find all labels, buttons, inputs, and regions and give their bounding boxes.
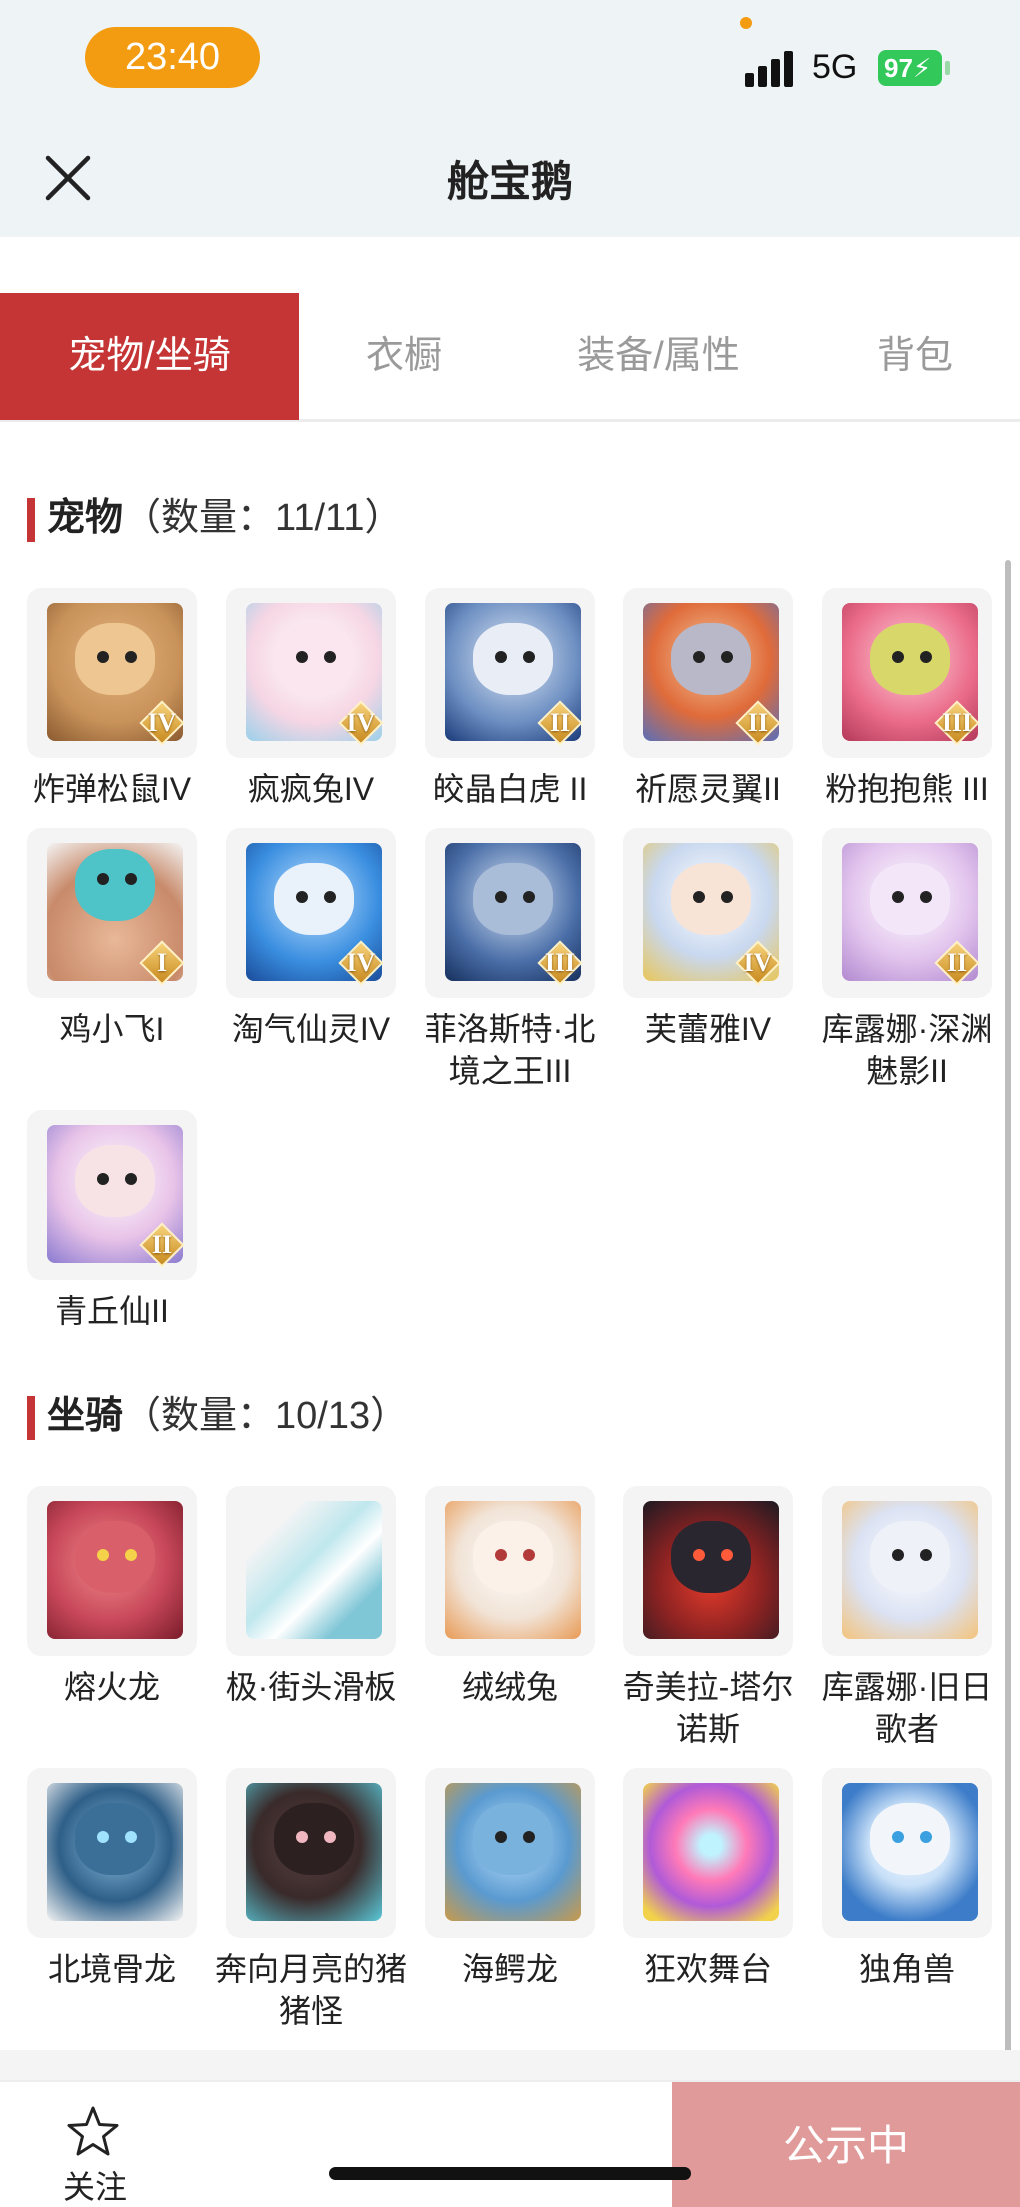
battery-level: 97 bbox=[884, 53, 913, 83]
mount-image bbox=[643, 1501, 779, 1639]
charging-icon: ⚡ bbox=[912, 53, 932, 83]
section-heading: 宠物（数量：11/11） bbox=[47, 494, 402, 542]
activity-dot bbox=[740, 17, 752, 29]
star-icon bbox=[67, 2106, 119, 2156]
mount-image bbox=[842, 1501, 978, 1639]
mount-name: 库露娜·旧日歌者 bbox=[821, 1669, 993, 1747]
mount-thumbnail bbox=[226, 1768, 396, 1938]
tier-badge: III bbox=[934, 700, 980, 746]
mount-thumbnail bbox=[425, 1768, 595, 1938]
section-divider bbox=[0, 2050, 1020, 2080]
pet-thumbnail: III bbox=[822, 588, 992, 758]
tier-badge: IV bbox=[338, 700, 384, 746]
pets-heading: 宠物 bbox=[47, 497, 124, 539]
mount-thumbnail bbox=[27, 1486, 197, 1656]
page-title: 舱宝鹅 bbox=[446, 158, 573, 205]
pet-thumbnail: II bbox=[822, 828, 992, 998]
tier-badge: II bbox=[934, 940, 980, 986]
home-indicator[interactable] bbox=[329, 2167, 691, 2180]
mount-image bbox=[643, 1783, 779, 1921]
pet-thumbnail: IV bbox=[623, 828, 793, 998]
mount-image bbox=[246, 1783, 382, 1921]
time-indicator: 23:40 bbox=[85, 27, 260, 88]
mount-image bbox=[47, 1501, 183, 1639]
mount-thumbnail bbox=[822, 1768, 992, 1938]
pet-name: 祈愿灵翼II bbox=[635, 771, 781, 807]
section-marker bbox=[27, 1396, 35, 1440]
mount-name: 奇美拉-塔尔诺斯 bbox=[622, 1669, 794, 1747]
mount-image bbox=[445, 1783, 581, 1921]
pet-name: 粉抱抱熊 III bbox=[825, 771, 989, 807]
pet-thumbnail: I bbox=[27, 828, 197, 998]
section-marker bbox=[27, 498, 35, 542]
scrollbar[interactable] bbox=[1005, 560, 1011, 2090]
mounts-count: （数量：10/13） bbox=[123, 1395, 409, 1437]
mount-thumbnail bbox=[226, 1486, 396, 1656]
pet-thumbnail: II bbox=[623, 588, 793, 758]
public-notice-button[interactable]: 公示中 bbox=[672, 2082, 1020, 2207]
mount-name: 海鳄龙 bbox=[461, 1951, 558, 1987]
mount-name: 狂欢舞台 bbox=[643, 1951, 772, 1987]
mount-name: 绒绒兔 bbox=[461, 1669, 558, 1705]
mounts-heading: 坐骑 bbox=[47, 1395, 124, 1437]
tier-badge: II bbox=[139, 1222, 185, 1268]
pet-name: 芙蕾雅IV bbox=[644, 1011, 772, 1047]
mount-name: 熔火龙 bbox=[63, 1669, 160, 1705]
battery-cap bbox=[945, 61, 950, 75]
tab-wardrobe[interactable]: 衣橱 bbox=[299, 293, 509, 420]
mount-name: 奔向月亮的猪猪怪 bbox=[214, 1951, 407, 2029]
pet-name: 青丘仙II bbox=[55, 1293, 169, 1329]
pet-thumbnail: III bbox=[425, 828, 595, 998]
tier-badge: I bbox=[139, 940, 185, 986]
pet-thumbnail: IV bbox=[226, 828, 396, 998]
mount-name: 北境骨龙 bbox=[47, 1951, 176, 1987]
mount-thumbnail bbox=[822, 1486, 992, 1656]
tier-badge: IV bbox=[735, 940, 781, 986]
mount-image bbox=[445, 1501, 581, 1639]
tier-badge: IV bbox=[139, 700, 185, 746]
tab-backpack[interactable]: 背包 bbox=[820, 293, 1010, 420]
pet-name: 疯疯兔IV bbox=[247, 771, 375, 807]
mount-thumbnail bbox=[623, 1768, 793, 1938]
follow-button[interactable]: 关注 bbox=[40, 2104, 150, 2205]
pet-name: 皎晶白虎 II bbox=[432, 771, 588, 807]
tier-badge: II bbox=[735, 700, 781, 746]
tier-badge: IV bbox=[338, 940, 384, 986]
tab-pets-mounts[interactable]: 宠物/坐骑 bbox=[0, 293, 299, 420]
battery-icon: 97⚡ bbox=[878, 50, 942, 86]
pets-count: （数量：11/11） bbox=[123, 497, 403, 539]
pet-thumbnail: IV bbox=[27, 588, 197, 758]
pet-name: 库露娜·深渊魅影II bbox=[821, 1011, 993, 1089]
section-heading: 坐骑（数量：10/13） bbox=[47, 1392, 408, 1440]
mount-thumbnail bbox=[623, 1486, 793, 1656]
bottom-bar: 关注 公示中 bbox=[0, 2080, 1020, 2207]
pet-thumbnail: II bbox=[425, 588, 595, 758]
tab-equipment[interactable]: 装备/属性 bbox=[540, 293, 777, 420]
mount-thumbnail bbox=[27, 1768, 197, 1938]
network-label: 5G bbox=[812, 48, 858, 86]
mount-image bbox=[842, 1783, 978, 1921]
signal-icon bbox=[745, 51, 797, 87]
header-area: 23:40 5G 97⚡ 舱宝鹅 bbox=[0, 0, 1020, 237]
pet-name: 炸弹松鼠IV bbox=[32, 771, 192, 807]
pet-name: 淘气仙灵IV bbox=[231, 1011, 391, 1047]
mount-name: 独角兽 bbox=[858, 1951, 955, 1987]
pet-thumbnail: IV bbox=[226, 588, 396, 758]
tier-badge: III bbox=[537, 940, 583, 986]
pet-name: 菲洛斯特·北境之王III bbox=[424, 1011, 596, 1089]
tier-badge: II bbox=[537, 700, 583, 746]
pet-name: 鸡小飞I bbox=[59, 1011, 165, 1047]
mount-name: 极·街头滑板 bbox=[225, 1669, 397, 1705]
follow-label: 关注 bbox=[62, 2169, 127, 2205]
pet-thumbnail: II bbox=[27, 1110, 197, 1280]
mount-image bbox=[246, 1501, 382, 1639]
mount-image bbox=[47, 1783, 183, 1921]
mount-thumbnail bbox=[425, 1486, 595, 1656]
tab-bar: 宠物/坐骑 衣橱 装备/属性 背包 bbox=[0, 293, 1020, 422]
